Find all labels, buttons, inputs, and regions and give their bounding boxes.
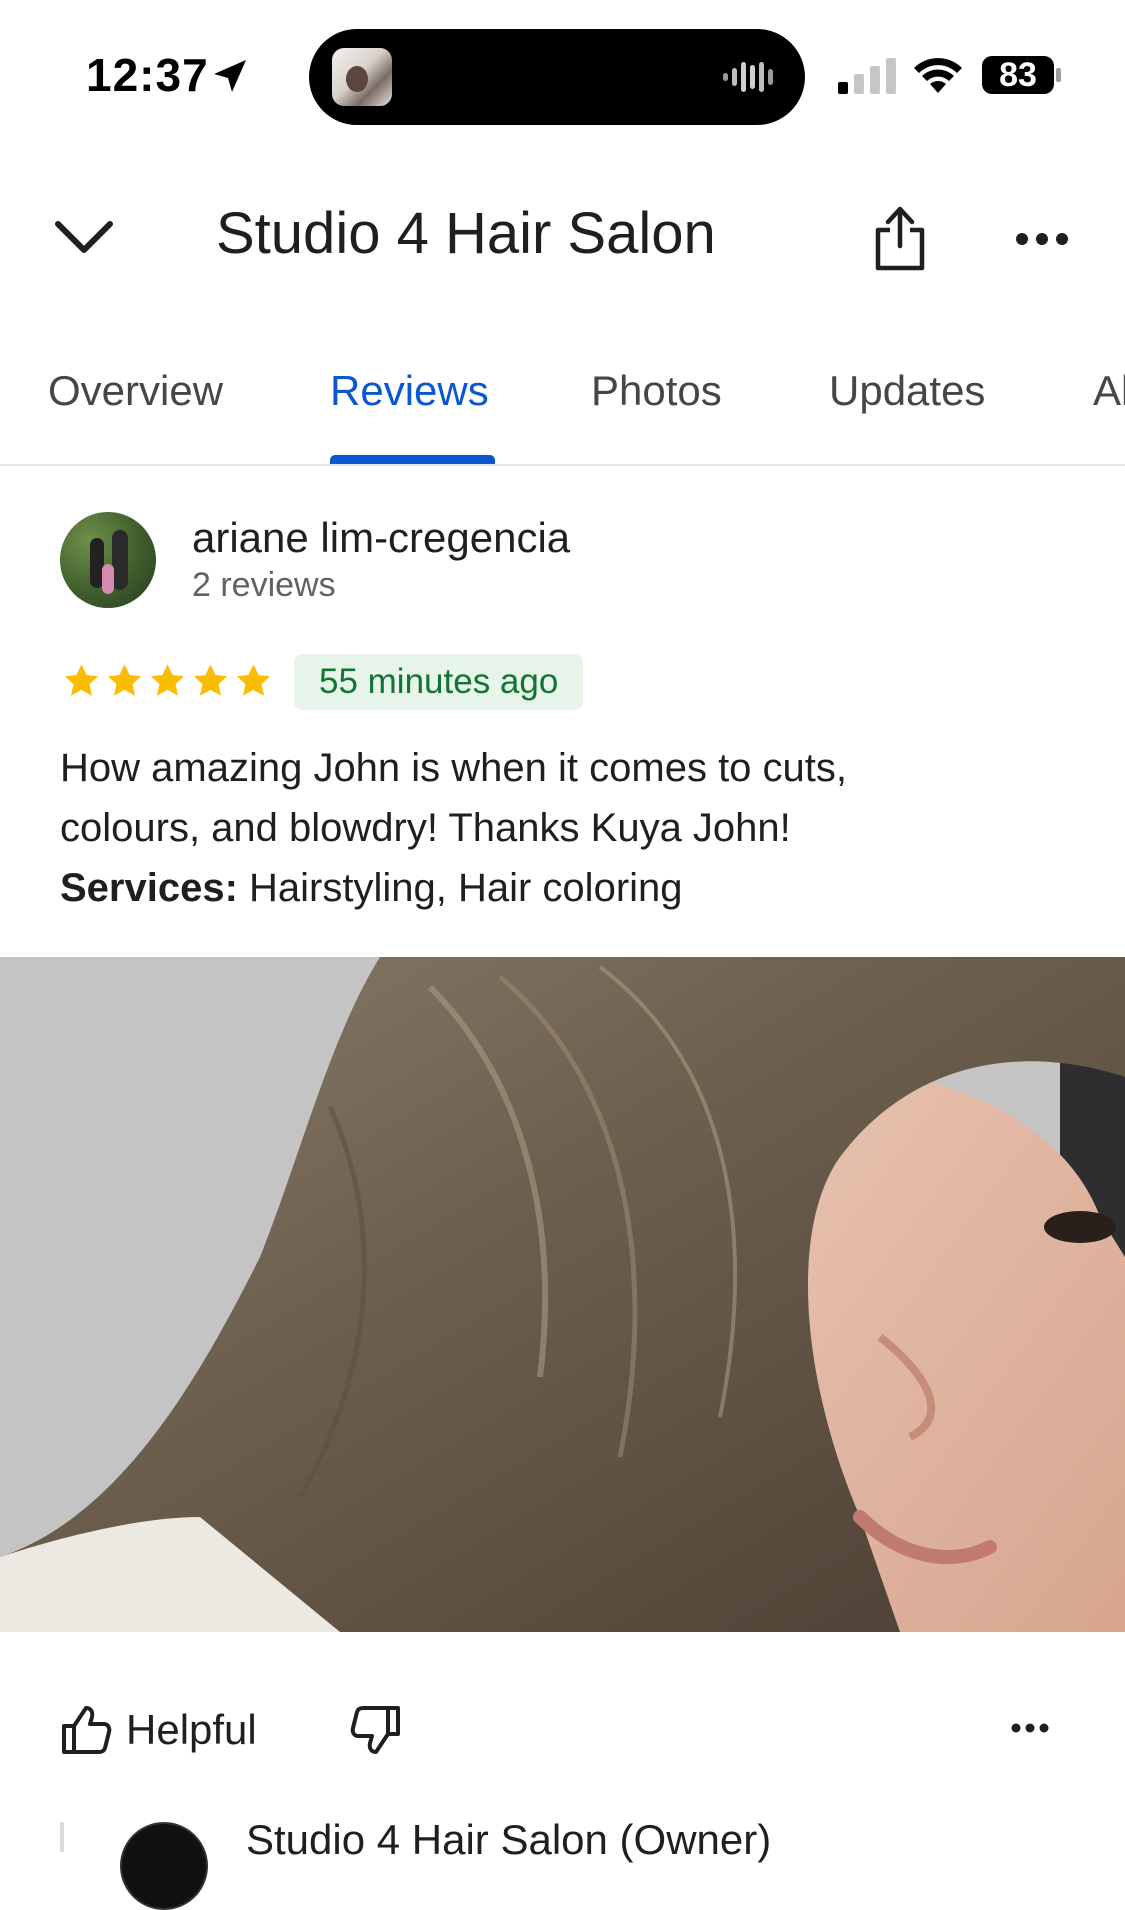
owner-avatar (120, 1822, 208, 1910)
services-value: Hairstyling, Hair coloring (237, 866, 683, 910)
star-icon (150, 664, 185, 696)
reviewer-review-count: 2 reviews (192, 566, 336, 604)
photo-illustration (0, 957, 1125, 1632)
tab-updates[interactable]: Updates (829, 367, 985, 415)
tab-about[interactable]: Al (1093, 367, 1125, 415)
audio-wave-icon (723, 62, 773, 92)
cellular-signal-icon (838, 58, 896, 94)
share-icon[interactable] (872, 204, 928, 272)
thumbs-up-icon (62, 1706, 112, 1754)
dynamic-island[interactable] (309, 29, 805, 125)
wifi-icon (914, 58, 962, 93)
now-playing-thumbnail (332, 48, 392, 106)
star-icon (64, 664, 99, 696)
status-bar: 12:37 83 (0, 0, 1125, 150)
place-header: Studio 4 Hair Salon (0, 170, 1125, 300)
star-rating (60, 660, 275, 704)
page-title: Studio 4 Hair Salon (216, 201, 716, 266)
more-icon[interactable] (1012, 224, 1072, 254)
chevron-down-icon[interactable] (52, 212, 116, 262)
thumbs-down-icon[interactable] (348, 1704, 402, 1758)
active-tab-indicator (330, 455, 495, 464)
review-services: Services: Hairstyling, Hair coloring (60, 858, 1070, 918)
star-icon (236, 664, 271, 696)
tab-bar: Overview Reviews Photos Updates Al (0, 360, 1125, 466)
review-text-line: How amazing John is when it comes to cut… (60, 746, 848, 790)
helpful-button[interactable]: Helpful (60, 1700, 257, 1760)
star-icon (193, 664, 228, 696)
status-time: 12:37 (86, 49, 209, 101)
tab-reviews[interactable]: Reviews (330, 367, 489, 415)
more-icon[interactable] (1010, 1716, 1050, 1740)
helpful-label: Helpful (126, 1706, 257, 1753)
review-text-line: colours, and blowdry! Thanks Kuya John! (60, 806, 791, 850)
review-photo[interactable] (0, 957, 1125, 1632)
review-text: How amazing John is when it comes to cut… (60, 738, 1070, 918)
tab-overview[interactable]: Overview (48, 367, 223, 415)
review-time-badge: 55 minutes ago (294, 654, 584, 710)
services-label: Services: (60, 866, 238, 910)
reviewer-name[interactable]: ariane lim-cregencia (192, 514, 570, 562)
review-actions: Helpful (0, 1690, 1125, 1770)
star-icon (107, 664, 142, 696)
tab-photos[interactable]: Photos (591, 367, 722, 415)
reviewer-avatar[interactable] (60, 512, 156, 608)
owner-reply-name: Studio 4 Hair Salon (Owner) (246, 1816, 772, 1863)
battery-level: 83 (999, 56, 1037, 94)
location-arrow-icon (214, 60, 246, 92)
reply-divider (60, 1822, 64, 1852)
